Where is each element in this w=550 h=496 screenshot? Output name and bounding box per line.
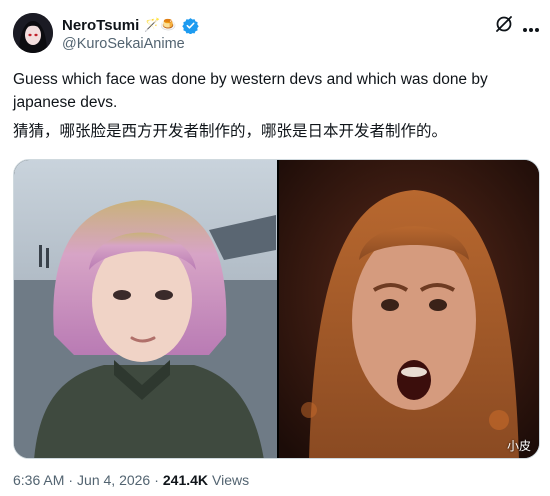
more-options-icon[interactable] bbox=[522, 20, 540, 32]
verified-badge-icon[interactable] bbox=[181, 17, 199, 34]
meta-separator: · bbox=[154, 472, 159, 488]
avatar[interactable] bbox=[13, 13, 53, 53]
post-date[interactable]: Jun 4, 2026 bbox=[77, 472, 150, 488]
media-image-left[interactable] bbox=[14, 160, 277, 458]
post-text-chinese: 猜猜，哪张脸是西方开发者制作的，哪张是日本开发者制作的。 bbox=[13, 122, 448, 140]
media-gallery: 小皮 bbox=[13, 159, 540, 459]
views-count: 241.4K bbox=[162, 472, 209, 488]
post-text-english: Guess which face was done by western dev… bbox=[13, 71, 488, 111]
author-handle[interactable]: @KuroSekaiAnime bbox=[62, 36, 185, 52]
views-label: Views bbox=[212, 472, 250, 488]
grok-icon[interactable] bbox=[494, 14, 514, 34]
post-meta: 6:36 AM · Jun 4, 2026 · 241.4K Views bbox=[13, 472, 249, 488]
author-display-name[interactable]: NeroTsumi bbox=[62, 17, 139, 34]
author-name-emoji: 🪄🍮 bbox=[144, 17, 177, 33]
meta-separator: · bbox=[68, 472, 74, 488]
media-image-right[interactable]: 小皮 bbox=[279, 160, 539, 458]
media-watermark: 小皮 bbox=[506, 439, 531, 453]
post-time[interactable]: 6:36 AM bbox=[13, 472, 64, 488]
author-name-row[interactable]: NeroTsumi 🪄🍮 bbox=[62, 15, 199, 35]
